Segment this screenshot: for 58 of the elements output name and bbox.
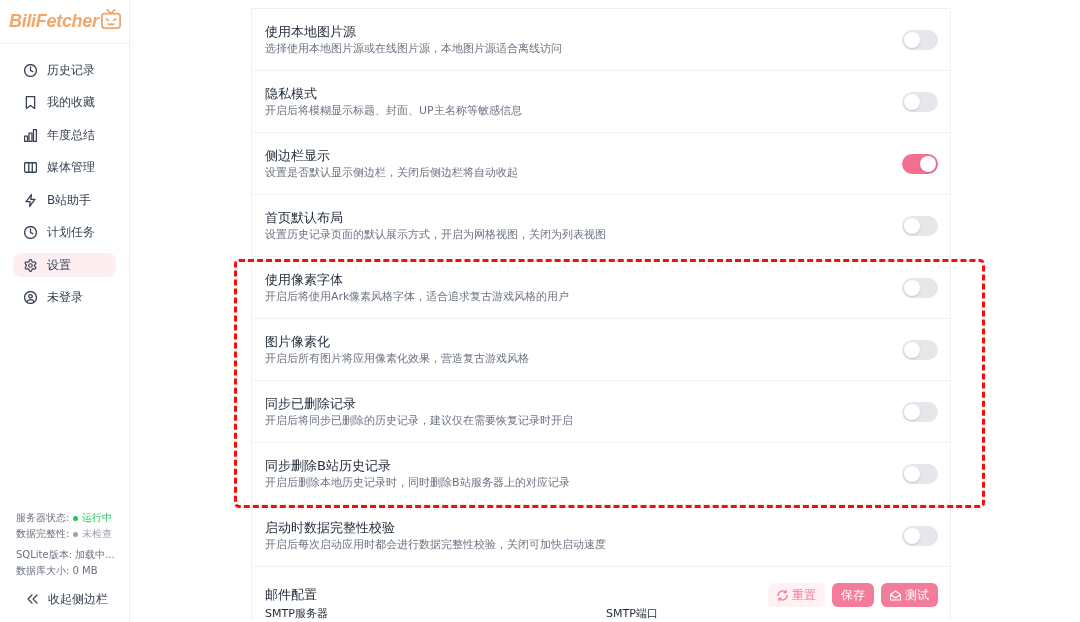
field-label: SMTP端口 [606, 607, 658, 620]
setting-description: 选择使用本地图片源或在线图片源，本地图片源适合离线访问 [265, 40, 563, 57]
app-logo: BiliFetcher [9, 11, 99, 32]
toggle-switch[interactable] [902, 277, 938, 298]
setting-description: 开启后将使用Ark像素风格字体，适合追求复古游戏风格的用户 [265, 288, 571, 305]
setting-title: 隐私模式 [265, 84, 318, 103]
setting-title: 启动时数据完整性校验 [265, 518, 396, 537]
setting-title: 同步删除B站历史记录 [265, 456, 392, 475]
refresh-icon [777, 589, 788, 601]
user-icon [24, 291, 37, 304]
sidebar-item[interactable]: 年度总结 [13, 123, 116, 147]
sidebar-item[interactable]: 历史记录 [13, 58, 116, 82]
settings-icon [24, 258, 37, 272]
setting-title: 使用本地图片源 [265, 22, 357, 41]
setting-title: 图片像素化 [265, 332, 331, 351]
setting-title: 侧边栏显示 [265, 146, 331, 165]
bookmark-icon [24, 96, 37, 109]
columns-icon [24, 161, 37, 174]
clock-icon [24, 63, 37, 77]
setting-description: 开启后将同步已删除的历史记录，建议仅在需要恢复记录时开启 [265, 412, 574, 429]
status-label: 服务器状态: [16, 511, 70, 525]
sidebar-item[interactable]: B站助手 [13, 188, 116, 212]
setting-title: 使用像素字体 [265, 270, 344, 289]
toggle-switch[interactable] [902, 153, 938, 174]
info-text: SQLite版本: 加载中... [16, 548, 115, 562]
field-label: SMTP服务器 [265, 607, 328, 620]
sidebar-item[interactable]: 设置 [13, 253, 116, 277]
setting-description: 开启后所有图片将应用像素化效果，营造复古游戏风格 [265, 350, 530, 367]
collapse-sidebar-button[interactable]: 收起侧边栏 [27, 588, 129, 610]
tv-face-icon [100, 8, 121, 29]
toggle-switch[interactable] [902, 525, 938, 546]
toggle-switch[interactable] [902, 215, 938, 236]
setting-description: 开启后删除本地历史记录时，同时删除B站服务器上的对应记录 [265, 474, 571, 491]
sidebar-item[interactable]: 计划任务 [13, 220, 116, 245]
envelope-icon [890, 589, 901, 601]
setting-description: 开启后每次启动应用时都会进行数据完整性校验，关闭可加快启动速度 [265, 536, 607, 553]
toggle-switch[interactable] [902, 401, 938, 422]
info-text: 数据库大小: 0 MB [16, 564, 98, 578]
toggle-switch[interactable] [902, 29, 938, 50]
lightning-icon [24, 193, 37, 207]
sidebar-item[interactable]: 未登录 [13, 285, 116, 310]
setting-description: 设置是否默认显示侧边栏，关闭后侧边栏将自动收起 [265, 164, 519, 181]
setting-title: 首页默认布局 [265, 208, 344, 227]
toggle-switch[interactable] [902, 339, 938, 360]
sidebar-item[interactable]: 媒体管理 [13, 155, 116, 180]
clock-icon [24, 226, 37, 239]
status-label: 数据完整性: [16, 527, 70, 541]
toggle-switch[interactable] [902, 91, 938, 112]
setting-title: 同步已删除记录 [265, 394, 357, 413]
status-value: 运行中 [82, 511, 113, 525]
status-value: 未检查 [82, 527, 113, 541]
double-chevron-left-icon [27, 594, 38, 604]
setting-description: 设置历史记录页面的默认展示方式，开启为网格视图，关闭为列表视图 [265, 226, 607, 243]
toggle-switch[interactable] [902, 463, 938, 484]
setting-description: 开启后将模糊显示标题、封面、UP主名称等敏感信息 [265, 102, 523, 119]
sidebar-item[interactable]: 我的收藏 [13, 90, 116, 115]
bar-chart-icon [24, 128, 37, 142]
section-title: 邮件配置 [265, 586, 318, 604]
